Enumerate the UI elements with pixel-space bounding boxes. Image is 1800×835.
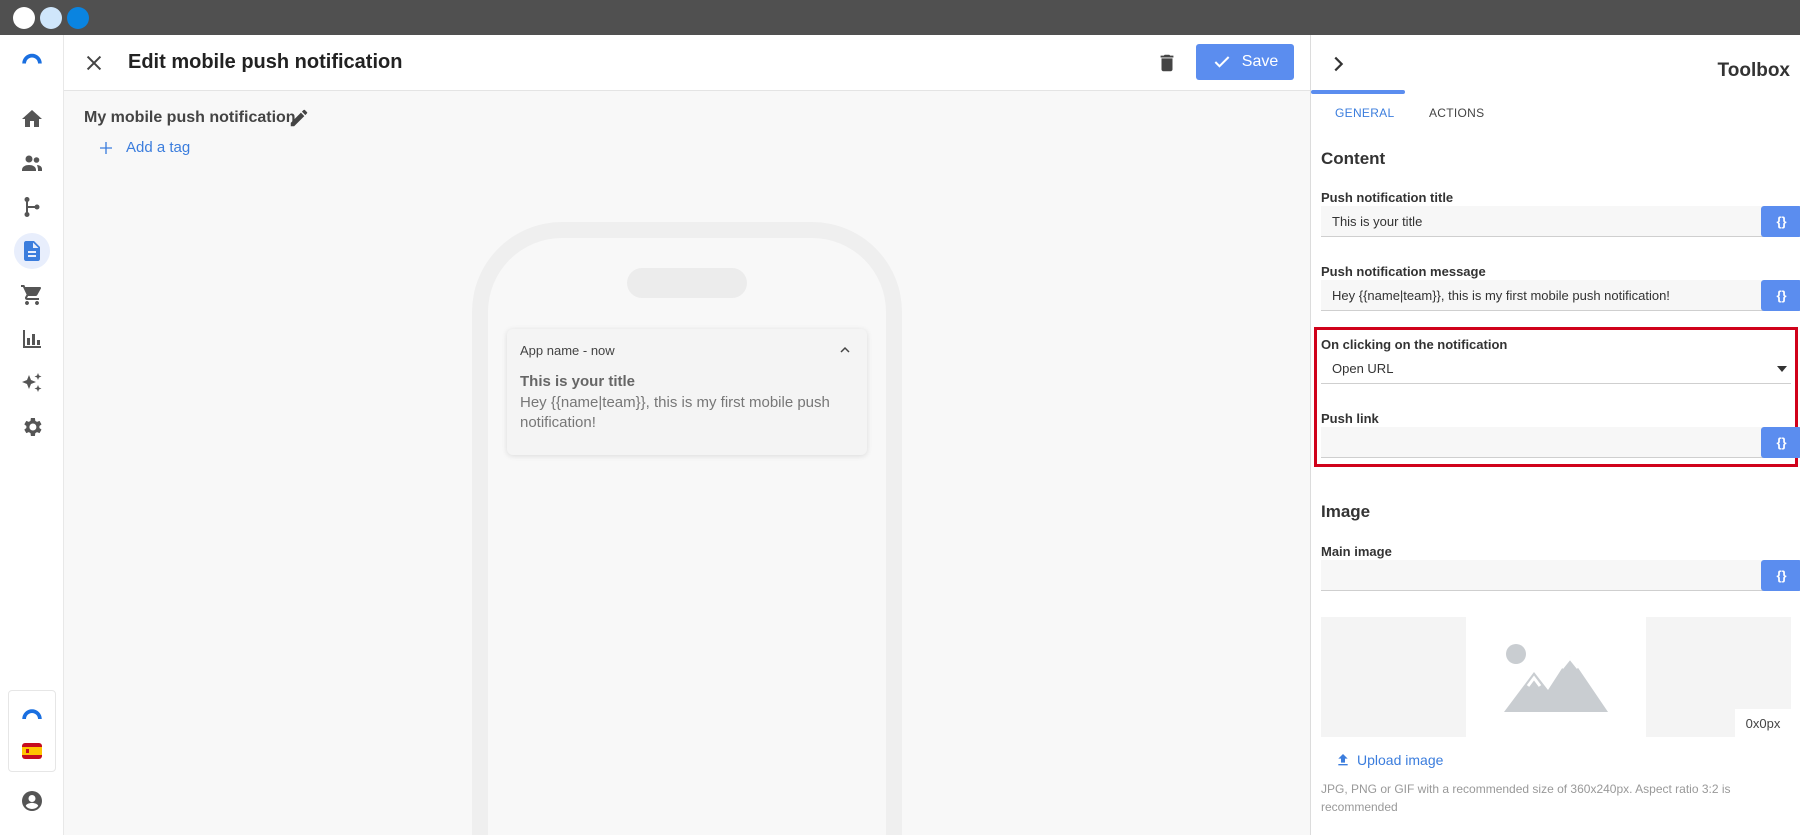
- sparkle-icon: [22, 373, 42, 392]
- notification-name: My mobile push notification: [84, 109, 296, 126]
- tab-general[interactable]: GENERAL: [1335, 106, 1394, 120]
- on-click-label: On clicking on the notification: [1321, 337, 1508, 352]
- edit-name-button[interactable]: [288, 107, 310, 129]
- document-icon: [24, 241, 40, 261]
- editor-main: Edit mobile push notification Save My mo…: [64, 35, 1310, 835]
- bar-chart-icon: [23, 330, 41, 348]
- editor-header: Edit mobile push notification Save: [64, 35, 1310, 91]
- push-message-value: Hey {{name|team}}, this is my first mobi…: [1332, 288, 1670, 303]
- home-icon: [22, 110, 42, 127]
- sidebar-item-ecommerce[interactable]: [14, 277, 50, 313]
- account-icon: [22, 791, 42, 811]
- toolbox-title: Toolbox: [1717, 60, 1790, 81]
- close-button[interactable]: [82, 51, 106, 75]
- brand-logo-icon: [22, 709, 42, 719]
- caret-down-icon: [1777, 366, 1787, 372]
- insert-variable-button-message[interactable]: {}: [1761, 280, 1800, 311]
- gear-icon: [24, 418, 42, 436]
- notification-app-line: App name - now: [520, 343, 615, 358]
- tab-actions[interactable]: ACTIONS: [1429, 106, 1484, 120]
- push-title-input[interactable]: This is your title {}: [1321, 206, 1800, 237]
- collapse-toolbox-button[interactable]: [1327, 53, 1349, 75]
- on-click-value: Open URL: [1332, 361, 1394, 376]
- sidebar-item-home[interactable]: [14, 101, 50, 137]
- plus-icon: [100, 141, 112, 154]
- push-title-value: This is your title: [1332, 214, 1423, 229]
- add-tag-button[interactable]: Add a tag: [98, 139, 190, 156]
- window-minimize-dot[interactable]: [40, 7, 62, 29]
- notification-preview-message: Hey {{name|team}}, this is my first mobi…: [520, 394, 830, 431]
- image-preview: 0x0px: [1321, 617, 1791, 737]
- insert-variable-button-image[interactable]: {}: [1761, 560, 1800, 591]
- delete-button[interactable]: [1154, 50, 1180, 76]
- upload-image-label: Upload image: [1357, 752, 1444, 768]
- notification-preview: App name - now This is your title Hey {{…: [507, 329, 867, 455]
- image-placeholder-icon: [1504, 644, 1608, 712]
- phone-notch: [627, 268, 747, 298]
- sidebar-item-templates[interactable]: [14, 233, 50, 269]
- image-help-text: JPG, PNG or GIF with a recommended size …: [1321, 782, 1731, 814]
- push-message-label: Push notification message: [1321, 264, 1486, 279]
- close-icon: [86, 55, 102, 71]
- content-heading: Content: [1321, 149, 1386, 168]
- sidebar-item-reports[interactable]: [14, 321, 50, 357]
- push-title-label: Push notification title: [1321, 190, 1454, 205]
- sidebar-item-ai[interactable]: [14, 365, 50, 401]
- flow-icon: [24, 197, 40, 217]
- chevron-up-icon: [840, 346, 850, 353]
- upload-image-button[interactable]: Upload image: [1335, 752, 1443, 768]
- upload-icon: [1338, 754, 1348, 766]
- sidebar-item-automations[interactable]: [14, 189, 50, 225]
- chevron-right-icon: [1334, 56, 1344, 72]
- page-title: Edit mobile push notification: [128, 51, 403, 73]
- push-link-input[interactable]: {}: [1321, 427, 1800, 458]
- sidebar-item-settings[interactable]: [14, 409, 50, 445]
- account-button[interactable]: [14, 783, 50, 819]
- save-button[interactable]: Save: [1196, 44, 1294, 80]
- main-image-input[interactable]: {}: [1321, 560, 1800, 591]
- push-link-label: Push link: [1321, 411, 1379, 426]
- push-message-input[interactable]: Hey {{name|team}}, this is my first mobi…: [1321, 280, 1800, 311]
- insert-variable-button-title[interactable]: {}: [1761, 206, 1800, 237]
- image-panel-left: [1321, 617, 1466, 737]
- checkmark-icon: [1214, 56, 1230, 68]
- window-close-dot[interactable]: [13, 7, 35, 29]
- brand-logo[interactable]: [14, 41, 50, 77]
- cart-icon: [21, 285, 42, 305]
- sidebar: [0, 35, 64, 835]
- brand-logo-icon: [22, 53, 42, 64]
- image-heading: Image: [1321, 502, 1371, 521]
- image-dimensions: 0x0px: [1735, 709, 1791, 737]
- language-switcher[interactable]: [14, 733, 50, 769]
- sidebar-item-contacts[interactable]: [14, 145, 50, 181]
- on-click-select[interactable]: Open URL: [1321, 353, 1791, 384]
- people-icon: [22, 155, 42, 171]
- notification-preview-title: This is your title: [520, 373, 636, 390]
- active-tab-indicator: [1311, 90, 1405, 94]
- window-maximize-dot[interactable]: [67, 7, 89, 29]
- pencil-icon: [290, 109, 308, 127]
- trash-icon: [1160, 54, 1174, 72]
- add-tag-label: Add a tag: [126, 139, 191, 156]
- brand-switcher-logo[interactable]: [14, 695, 50, 731]
- toolbox-panel: Toolbox GENERAL ACTIONS Content Push not…: [1310, 35, 1800, 835]
- main-image-label: Main image: [1321, 544, 1392, 559]
- spain-flag-icon: [22, 743, 42, 759]
- phone-preview-frame: [472, 222, 902, 835]
- collapse-notification-button[interactable]: [837, 342, 853, 358]
- save-button-label: Save: [1241, 53, 1279, 70]
- insert-variable-button-link[interactable]: {}: [1761, 427, 1800, 458]
- window-titlebar: [0, 0, 1800, 35]
